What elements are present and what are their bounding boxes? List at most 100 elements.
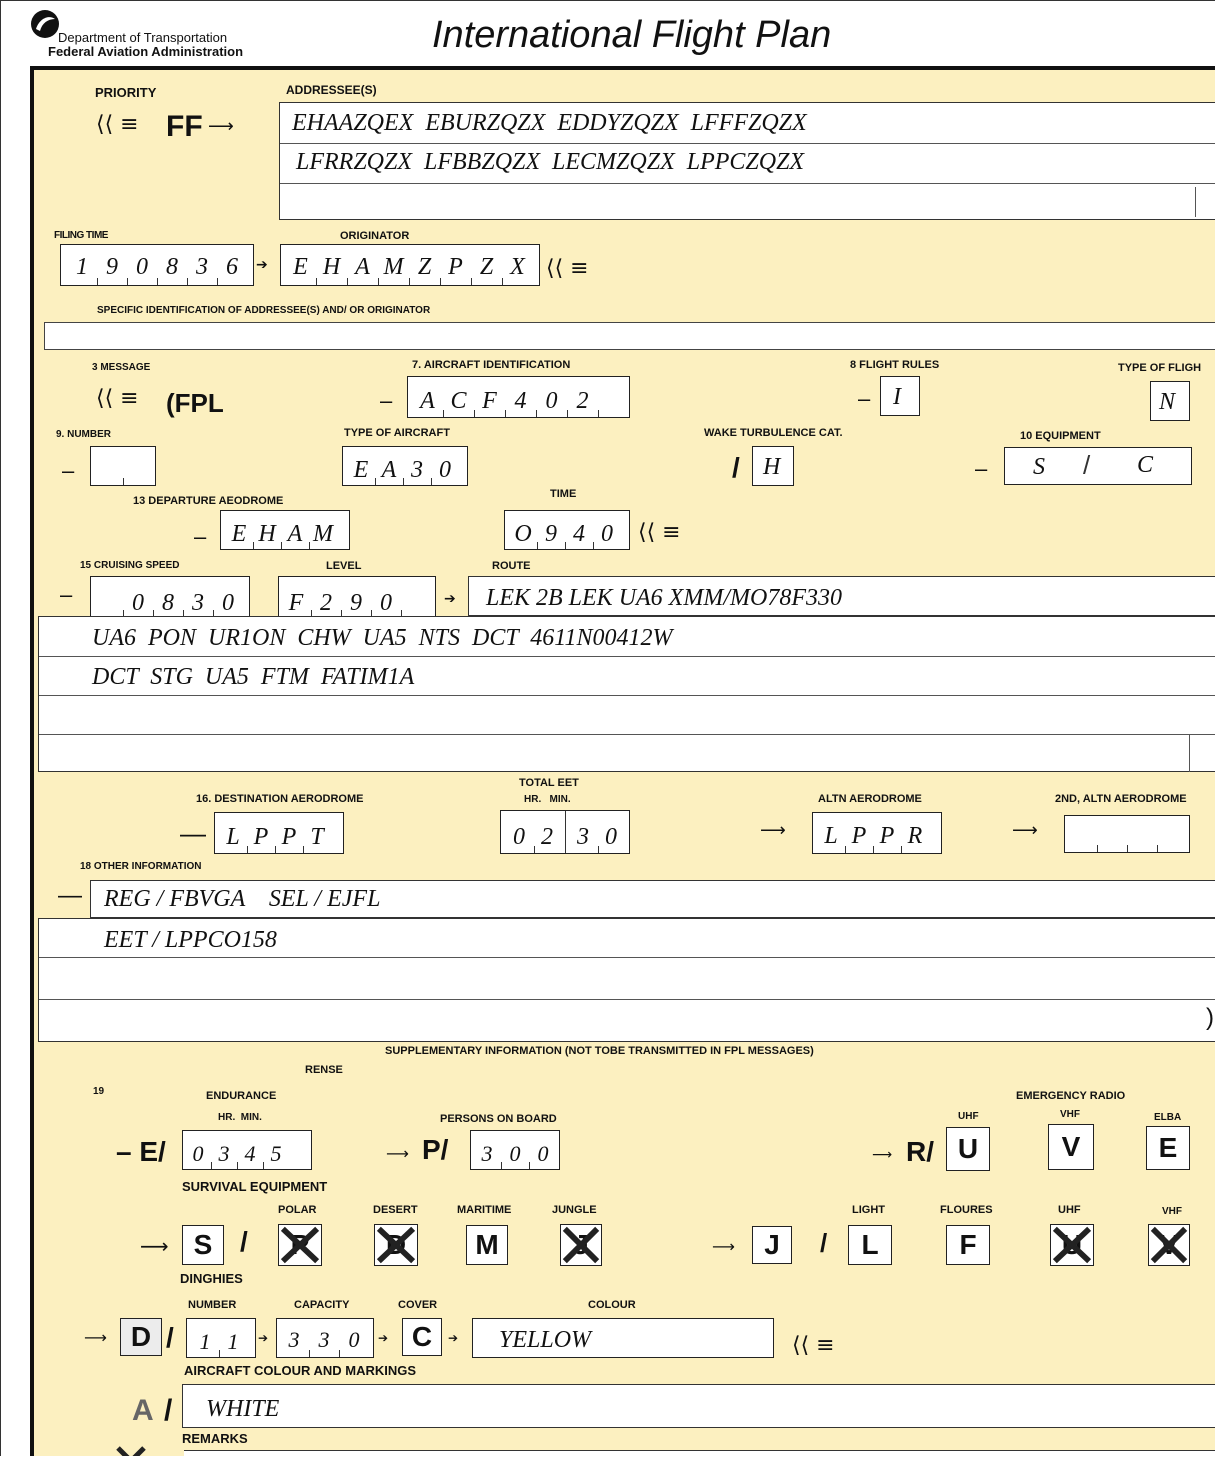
light-label: LIGHT	[852, 1204, 885, 1216]
route-line-2[interactable]: DCT STG UA5 FTM FATIM1A	[92, 664, 414, 691]
other-info-line-1: REG / FBVGA SEL / EJFL	[104, 886, 381, 912]
route-line-1[interactable]: UA6 PON UR1ON CHW UA5 NTS DCT 4611N00412…	[92, 625, 672, 652]
capacity-field[interactable]: 330	[276, 1318, 374, 1358]
addressee-line-1[interactable]: EHAAZQEX EBURZQZX EDDYZQZX LFFFZQZX	[292, 110, 807, 137]
remarks-field[interactable]	[184, 1450, 1215, 1460]
cruising-char	[93, 591, 123, 615]
aircraft-type-char: E	[353, 457, 369, 483]
time-field[interactable]: O940	[504, 510, 630, 550]
altn-label: ALTN AERODROME	[818, 793, 922, 805]
radio-elba-box[interactable]: E	[1146, 1126, 1190, 1170]
filing-time-label: FILING TIME	[54, 230, 108, 241]
altn-char: L	[824, 823, 838, 849]
flight-rules-field[interactable]: I	[880, 376, 920, 416]
filing-time-field[interactable]: 190836	[60, 244, 254, 286]
maritime-box[interactable]: M	[466, 1225, 508, 1265]
destination-char: P	[281, 824, 297, 850]
level-arrow-icon: ➔	[444, 591, 456, 607]
jackets-slash: /	[820, 1228, 828, 1258]
persons-label: PERSONS ON BOARD	[440, 1113, 557, 1125]
floures-box[interactable]: F	[946, 1225, 990, 1265]
altn2-field[interactable]	[1064, 815, 1190, 853]
radio-uhf-box[interactable]: U	[946, 1127, 990, 1171]
cruising-char: 8	[162, 590, 174, 616]
aircraft-id-char: 0	[545, 388, 558, 414]
vhf-label: VHF	[1060, 1109, 1080, 1120]
eet-min-char: 3	[577, 824, 589, 850]
colour-field[interactable]: YELLOW	[472, 1318, 774, 1358]
type-of-aircraft-label: TYPE OF AIRCRAFT	[344, 427, 450, 439]
filing-time-char: 6	[226, 254, 238, 280]
item-19-label: 19	[93, 1086, 105, 1097]
destination-char: L	[226, 824, 240, 850]
level-field[interactable]: F290	[278, 576, 436, 618]
total-eet-label: TOTAL EET	[519, 777, 579, 789]
polar-label: POLAR	[278, 1204, 317, 1216]
endurance-char: 5	[270, 1141, 282, 1166]
route-label: ROUTE	[492, 560, 531, 572]
wake-turbulence-field[interactable]: H	[752, 446, 794, 486]
cover-arrow-icon: ➔	[448, 1331, 459, 1345]
aircraft-colour-field[interactable]	[182, 1384, 1215, 1428]
jungle-label: JUNGLE	[552, 1204, 597, 1216]
type-of-flight-field[interactable]: N	[1150, 381, 1190, 421]
cross-out-icon	[280, 1226, 320, 1264]
jacket-vhf-label: VHF	[1162, 1206, 1182, 1217]
rense-label: RENSE	[305, 1064, 343, 1076]
aircraft-type-char: 0	[439, 457, 451, 483]
other-info-line-2[interactable]: EET / LPPCO158	[104, 927, 277, 954]
cruising-char: 0	[222, 590, 234, 616]
destination-field[interactable]: LPPT	[214, 812, 344, 854]
originator-char: M	[383, 254, 404, 280]
jacket-uhf-box[interactable]: U	[1050, 1224, 1094, 1266]
aircraft-id-char: F	[482, 388, 497, 414]
remarks-checkbox-icon[interactable]	[116, 1446, 146, 1456]
polar-box[interactable]: P	[278, 1224, 322, 1266]
survival-s-box: S	[182, 1225, 224, 1265]
level-char: 2	[320, 590, 332, 616]
dinghies-number-field[interactable]: 11	[186, 1318, 256, 1358]
type-of-aircraft-field[interactable]: EA30	[342, 446, 468, 486]
total-eet-field[interactable]: 02 30	[500, 810, 630, 854]
dinghies-end-symbol: ⟨⟨ ≡	[792, 1333, 835, 1358]
specific-id-field[interactable]	[44, 322, 1215, 350]
page-title: International Flight Plan	[432, 14, 832, 56]
originator-field[interactable]: EHAMZPZX	[280, 244, 540, 286]
persons-field[interactable]: 300	[470, 1130, 560, 1170]
destination-char: P	[253, 824, 269, 850]
jacket-vhf-box[interactable]: V	[1148, 1224, 1190, 1266]
originator-char: Z	[417, 254, 432, 280]
level-label: LEVEL	[326, 560, 362, 572]
cross-out-icon	[376, 1226, 416, 1264]
addressee-line-2[interactable]: LFRRZQZX LFBBZQZX LECMZQZX LPPCZQZX	[296, 149, 804, 176]
desert-box[interactable]: D	[374, 1224, 418, 1266]
departure-field[interactable]: EHAM	[220, 510, 350, 550]
equipment-label: 10 EQUIPMENT	[1020, 430, 1101, 442]
altn-arrow-icon: ⟶	[1012, 820, 1038, 841]
capacity-arrow-icon: ➔	[378, 1331, 389, 1345]
radio-vhf-box[interactable]: V	[1048, 1124, 1094, 1170]
cruising-speed-field[interactable]: 0830	[90, 576, 250, 618]
other-info-dash: —	[58, 882, 82, 909]
equipment-field[interactable]: S / C	[1004, 447, 1192, 485]
time-char: 9	[545, 521, 557, 547]
altn2-label: 2ND, ALTN AERODROME	[1055, 793, 1187, 805]
desert-label: DESERT	[373, 1204, 418, 1216]
jungle-box[interactable]: J	[560, 1224, 602, 1266]
aircraft-id-label: 7. AIRCRAFT IDENTIFICATION	[412, 359, 571, 371]
aircraft-type-char: 3	[411, 457, 423, 483]
aircraft-id-field[interactable]: ACF402	[407, 376, 630, 418]
message-label: 3 MESSAGE	[92, 362, 151, 373]
aircraft-id-char: A	[420, 388, 435, 414]
time-char: 4	[573, 521, 585, 547]
radio-prefix: R/	[906, 1136, 934, 1167]
number-field[interactable]	[90, 446, 156, 486]
endurance-field[interactable]: 0345	[182, 1130, 312, 1170]
level-char: 9	[350, 590, 362, 616]
altn-field[interactable]: LPPR	[812, 812, 942, 854]
cover-box[interactable]: C	[402, 1318, 442, 1356]
dinghies-arrow-icon: ⟶	[84, 1328, 107, 1347]
capacity-label: CAPACITY	[294, 1299, 350, 1311]
light-box[interactable]: L	[848, 1225, 892, 1265]
endurance-char: 3	[218, 1141, 230, 1166]
